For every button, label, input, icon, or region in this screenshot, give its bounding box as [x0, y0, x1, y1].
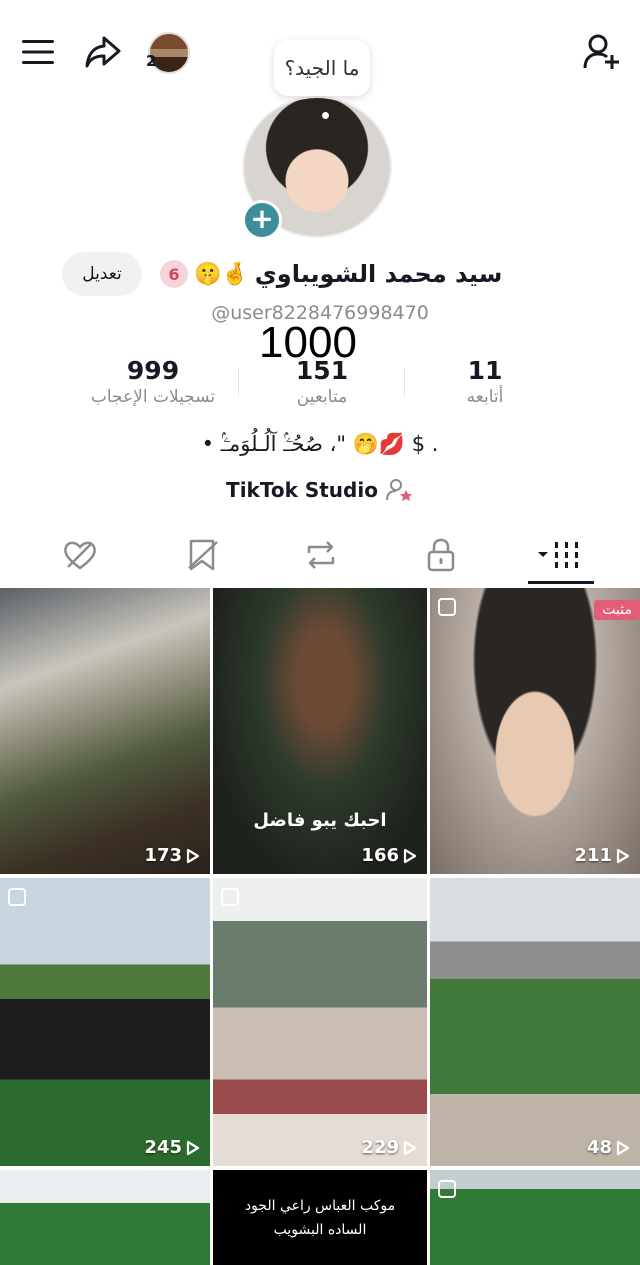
tab-private[interactable] — [396, 528, 486, 582]
following-stat[interactable]: 11 أتابعه — [440, 356, 530, 407]
video-thumbnail[interactable]: 48 — [430, 878, 640, 1166]
name-emojis: 🤫🤞 — [194, 261, 249, 287]
select-checkbox[interactable] — [438, 1180, 456, 1198]
status-bubble[interactable]: ما الجيد؟ — [274, 40, 370, 96]
followers-label: متابعين — [296, 387, 348, 407]
profile-avatar-container[interactable]: + — [242, 96, 398, 240]
liked-hidden-icon — [64, 541, 96, 570]
view-count: 166 — [361, 845, 417, 866]
badge-count[interactable]: 6 — [160, 260, 188, 288]
tiktok-studio-link[interactable]: TikTok Studio — [0, 478, 640, 502]
edit-profile-button[interactable]: تعديل — [62, 252, 142, 296]
pinned-badge: مثبت — [594, 600, 640, 620]
lock-icon — [427, 538, 455, 572]
bio-text: • صُحُـۧـۢ آلُـلُوَمـۧـۢ ،" 🤭💋 $ . — [201, 432, 439, 456]
video-caption: احبك يبو فاضل — [253, 810, 387, 831]
video-caption-line1: موكب العباس راعي الجود — [244, 1198, 396, 1214]
play-icon — [403, 1140, 417, 1155]
name-row: 6 🤫🤞 سيد محمد الشويباوي — [160, 254, 502, 294]
video-thumbnail[interactable]: احبك يبو فاضل 166 — [213, 588, 427, 874]
tab-favorites[interactable] — [158, 528, 248, 582]
studio-user-star-icon — [385, 479, 412, 501]
menu-button[interactable] — [18, 34, 58, 70]
followers-value: 151 — [295, 356, 349, 385]
select-checkbox[interactable] — [221, 888, 239, 906]
view-count: 211 — [574, 845, 630, 866]
tab-liked[interactable] — [35, 528, 125, 582]
likes-label: تسجيلات الإعجاب — [90, 387, 216, 407]
stat-divider — [238, 368, 239, 396]
tab-reposts[interactable] — [276, 528, 366, 582]
bubble-tail-dot — [322, 112, 329, 119]
share-button[interactable] — [82, 32, 124, 72]
following-value: 11 — [467, 356, 503, 385]
play-icon — [616, 1140, 630, 1155]
hamburger-menu-icon — [22, 40, 54, 64]
videos-grid-icon — [538, 542, 578, 568]
favorites-hidden-icon — [188, 539, 218, 571]
view-count: 229 — [361, 1137, 417, 1158]
likes-stat[interactable]: 999 تسجيلات الإعجاب — [78, 356, 228, 407]
studio-label: TikTok Studio — [226, 478, 378, 502]
active-tab-indicator — [528, 581, 594, 584]
followers-stat[interactable]: 151 متابعين — [262, 356, 382, 407]
add-friend-button[interactable] — [580, 30, 624, 74]
video-caption-line2: الساده البشويب — [273, 1222, 367, 1238]
tab-videos[interactable] — [514, 528, 604, 582]
select-checkbox[interactable] — [438, 598, 456, 616]
status-bubble-text: ما الجيد؟ — [284, 56, 360, 80]
play-icon — [616, 848, 630, 863]
play-icon — [403, 848, 417, 863]
video-thumbnail[interactable] — [0, 1170, 210, 1265]
share-arrow-icon — [85, 36, 121, 68]
play-icon — [186, 848, 200, 863]
add-user-icon — [583, 34, 619, 69]
video-thumbnail[interactable]: 245 — [0, 878, 210, 1166]
view-count: 48 — [587, 1137, 630, 1158]
play-icon — [186, 1140, 200, 1155]
profile-tabs — [0, 528, 640, 584]
video-thumbnail[interactable]: موكب العباس راعي الجود الساده البشويب — [213, 1170, 427, 1265]
stat-divider — [404, 368, 405, 396]
repost-icon — [307, 541, 335, 569]
add-story-plus-icon[interactable]: + — [242, 200, 282, 240]
notification-count: 2 — [146, 52, 157, 70]
likes-value: 999 — [126, 356, 180, 385]
view-count: 173 — [144, 845, 200, 866]
following-label: أتابعه — [466, 387, 504, 407]
video-thumbnail[interactable]: مثبت 211 — [430, 588, 640, 874]
select-checkbox[interactable] — [8, 888, 26, 906]
video-thumbnail[interactable]: 173 — [0, 588, 210, 874]
display-name: سيد محمد الشويباوي — [254, 260, 503, 288]
video-thumbnail[interactable]: 229 — [213, 878, 427, 1166]
video-thumbnail[interactable] — [430, 1170, 640, 1265]
view-count: 245 — [144, 1137, 200, 1158]
